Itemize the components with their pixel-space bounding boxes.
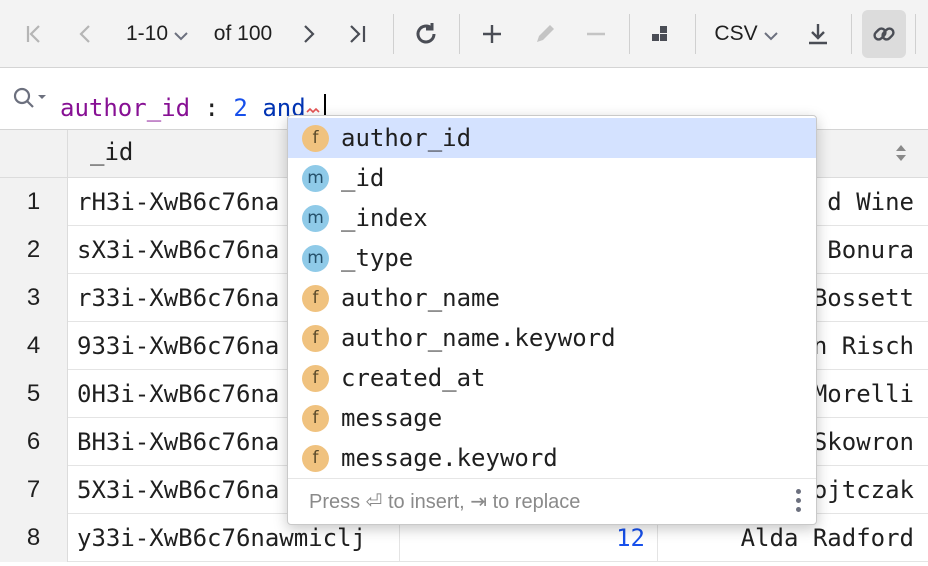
first-page-icon <box>26 25 40 43</box>
row-number: 7 <box>0 466 68 514</box>
query-operator: : <box>190 94 234 122</box>
completion-item-label: author_id <box>341 124 472 152</box>
completion-item[interactable]: m _type <box>288 238 816 278</box>
completion-item[interactable]: m _index <box>288 198 816 238</box>
toolbar-divider <box>459 14 460 54</box>
completion-popup: f author_id m _id m _index m _type f author_name f… <box>287 115 817 525</box>
export-format-dropdown[interactable]: CSV <box>708 10 786 58</box>
next-page-button[interactable] <box>288 10 328 58</box>
completion-item[interactable]: f author_name <box>288 278 816 318</box>
field-icon: f <box>302 365 329 392</box>
toolbar-divider <box>695 14 696 54</box>
completion-item-label: created_at <box>341 364 486 392</box>
layout-button[interactable] <box>640 10 680 58</box>
search-icon <box>13 87 46 108</box>
completion-item[interactable]: f author_id <box>288 118 816 158</box>
meta-field-icon: m <box>302 165 329 192</box>
completion-item-label: _type <box>341 244 414 272</box>
toolbar-divider <box>629 14 630 54</box>
last-page-button[interactable] <box>338 10 378 58</box>
grid-icon <box>652 26 667 41</box>
sort-icon <box>896 145 906 161</box>
page-size-dropdown[interactable]: 1-10 <box>118 10 198 58</box>
first-page-button[interactable] <box>14 10 54 58</box>
toolbar-divider <box>851 14 852 54</box>
row-number-header <box>0 130 68 178</box>
download-icon <box>809 24 827 45</box>
query-field: author_id <box>60 94 191 122</box>
field-icon: f <box>302 445 329 472</box>
prev-page-button[interactable] <box>66 10 106 58</box>
meta-field-icon: m <box>302 205 329 232</box>
completion-item[interactable]: f author_name.keyword <box>288 318 816 358</box>
more-options-icon[interactable] <box>794 489 802 515</box>
delete-row-button[interactable] <box>576 10 616 58</box>
completion-item[interactable]: f message.keyword <box>288 438 816 478</box>
completion-item-label: author_name.keyword <box>341 324 616 352</box>
chevron-down-icon <box>763 32 778 41</box>
edit-row-button[interactable] <box>525 10 565 58</box>
completion-item[interactable]: m _id <box>288 158 816 198</box>
last-page-icon <box>350 25 366 43</box>
minus-icon <box>587 32 605 36</box>
row-number: 3 <box>0 274 68 322</box>
search-history-button[interactable] <box>12 86 48 116</box>
link-toggle-button[interactable] <box>862 10 906 58</box>
chevron-right-icon <box>304 25 315 43</box>
row-number: 2 <box>0 226 68 274</box>
plus-icon <box>483 25 501 43</box>
refresh-button[interactable] <box>405 10 447 58</box>
completion-item-label: message <box>341 404 443 432</box>
field-icon: f <box>302 405 329 432</box>
toolbar-divider <box>393 14 394 54</box>
row-number: 4 <box>0 322 68 370</box>
completion-hint: Press ⏎ to insert, ⇥ to replace <box>309 491 581 513</box>
row-number: 5 <box>0 370 68 418</box>
field-icon: f <box>302 285 329 312</box>
query-input[interactable]: author_id : 2 and <box>60 82 326 125</box>
download-button[interactable] <box>798 10 838 58</box>
completion-item-label: author_name <box>341 284 500 312</box>
add-row-button[interactable] <box>472 10 512 58</box>
pencil-icon <box>537 25 554 42</box>
row-number: 6 <box>0 418 68 466</box>
toolbar: 1-10 of 100 CSV <box>0 0 928 68</box>
chevron-down-icon <box>174 32 188 41</box>
row-number: 8 <box>0 514 68 562</box>
completion-item[interactable]: f message <box>288 398 816 438</box>
completion-footer: Press ⏎ to insert, ⇥ to replace <box>288 478 816 524</box>
total-count: of 100 <box>213 22 273 45</box>
toolbar-divider <box>915 14 916 54</box>
row-number: 1 <box>0 178 68 226</box>
export-format: CSV <box>714 22 758 45</box>
link-icon <box>873 27 895 41</box>
field-icon: f <box>302 125 329 152</box>
page-range: 1-10 <box>125 22 169 45</box>
field-icon: f <box>302 325 329 352</box>
meta-field-icon: m <box>302 245 329 272</box>
chevron-left-icon <box>79 25 90 43</box>
query-value: 2 <box>233 94 248 122</box>
refresh-icon <box>416 23 436 44</box>
completion-item[interactable]: f created_at <box>288 358 816 398</box>
completion-item-label: _index <box>341 204 428 232</box>
completion-item-label: message.keyword <box>341 444 558 472</box>
completion-item-label: _id <box>341 164 385 192</box>
